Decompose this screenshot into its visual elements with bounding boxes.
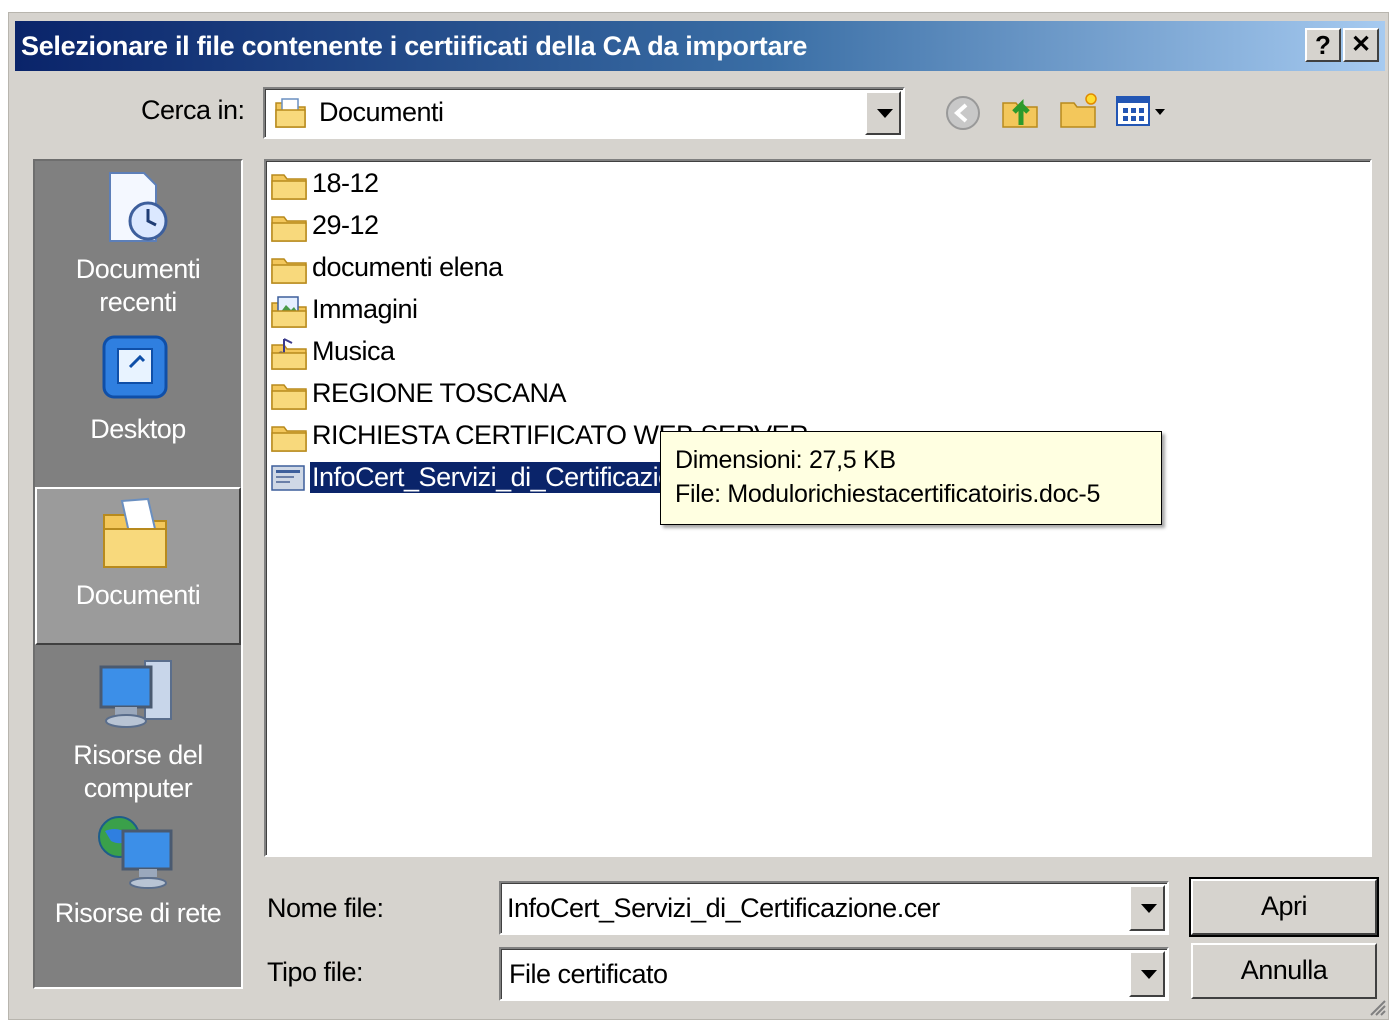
tooltip-file: File: Modulorichiestacertificatoiris.doc…: [675, 480, 1101, 508]
folder-icon: [271, 174, 307, 200]
dialog-title: Selezionare il file contenente i certiif…: [21, 31, 808, 61]
resize-grip-icon[interactable]: [1367, 997, 1387, 1017]
tooltip-size: Dimensioni: 27,5 KB: [675, 446, 896, 474]
look-in-dropdown-button[interactable]: [865, 91, 901, 135]
my-documents-icon: [103, 497, 167, 568]
place-my-computer[interactable]: Risorse del computer: [35, 655, 241, 805]
pictures-folder-icon: [271, 296, 307, 328]
certificate-file-icon: [271, 465, 305, 491]
place-label: Desktop: [90, 414, 186, 444]
place-network[interactable]: Risorse di rete: [35, 811, 241, 930]
folder-icon: [271, 216, 307, 242]
folder-icon: [271, 384, 307, 410]
open-button[interactable]: Apri: [1189, 877, 1379, 937]
filename-label: Nome file:: [267, 893, 384, 923]
filename-dropdown-button[interactable]: [1129, 885, 1165, 931]
place-label: Documenti: [75, 580, 201, 610]
file-name: Musica: [312, 336, 395, 366]
network-places-icon: [98, 816, 173, 889]
place-label: Risorse del computer: [73, 740, 203, 803]
music-folder-icon: [271, 338, 307, 370]
file-tooltip: Dimensioni: 27,5 KB File: Modulorichiest…: [660, 431, 1162, 525]
look-in-combo[interactable]: Documenti: [263, 87, 905, 139]
filetype-label: Tipo file:: [267, 957, 364, 987]
help-button[interactable]: ?: [1305, 28, 1341, 62]
filetype-dropdown-button[interactable]: [1129, 951, 1165, 997]
file-name: REGIONE TOSCANA: [312, 378, 567, 408]
place-label: Risorse di rete: [54, 898, 222, 928]
title-bar: Selezionare il file contenente i certiif…: [15, 21, 1385, 71]
filetype-combo[interactable]: File certificato: [499, 947, 1169, 1001]
recent-documents-icon: [109, 172, 168, 242]
filetype-value: File certificato: [509, 959, 668, 989]
file-name: Immagini: [312, 294, 418, 324]
file-list[interactable]: 18-12 29-12 documenti elena Immagini Mus…: [264, 159, 1372, 857]
file-name: InfoCert_Servizi_di_Certificazione: [309, 461, 705, 494]
folder-icon: [271, 426, 307, 452]
look-in-label: Cerca in:: [141, 95, 245, 125]
desktop-icon: [102, 335, 168, 399]
file-name: documenti elena: [312, 252, 503, 282]
place-label: Documenti recenti: [75, 254, 201, 317]
close-button[interactable]: ✕: [1343, 28, 1379, 62]
my-documents-icon: [275, 98, 306, 128]
place-recent-documents[interactable]: Documenti recenti: [35, 169, 241, 319]
cancel-button[interactable]: Annulla: [1191, 943, 1377, 999]
up-folder-icon[interactable]: [999, 89, 1043, 133]
folder-icon: [271, 258, 307, 284]
look-in-value: Documenti: [319, 97, 444, 127]
place-my-documents[interactable]: Documenti: [35, 487, 241, 645]
file-name: 18-12: [312, 168, 379, 198]
my-computer-icon: [99, 660, 172, 728]
new-folder-icon[interactable]: [1057, 91, 1101, 131]
back-arrow-icon[interactable]: [943, 93, 983, 133]
filename-combo[interactable]: InfoCert_Servizi_di_Certificazione.cer: [499, 881, 1169, 935]
place-desktop[interactable]: Desktop: [35, 331, 241, 446]
view-menu-icon[interactable]: [1115, 93, 1173, 131]
filename-input[interactable]: InfoCert_Servizi_di_Certificazione.cer: [507, 893, 940, 924]
open-file-dialog: Selezionare il file contenente i certiif…: [8, 12, 1389, 1020]
file-name: 29-12: [312, 210, 379, 240]
places-bar: Documenti recenti Desktop Documenti Riso…: [33, 159, 243, 989]
